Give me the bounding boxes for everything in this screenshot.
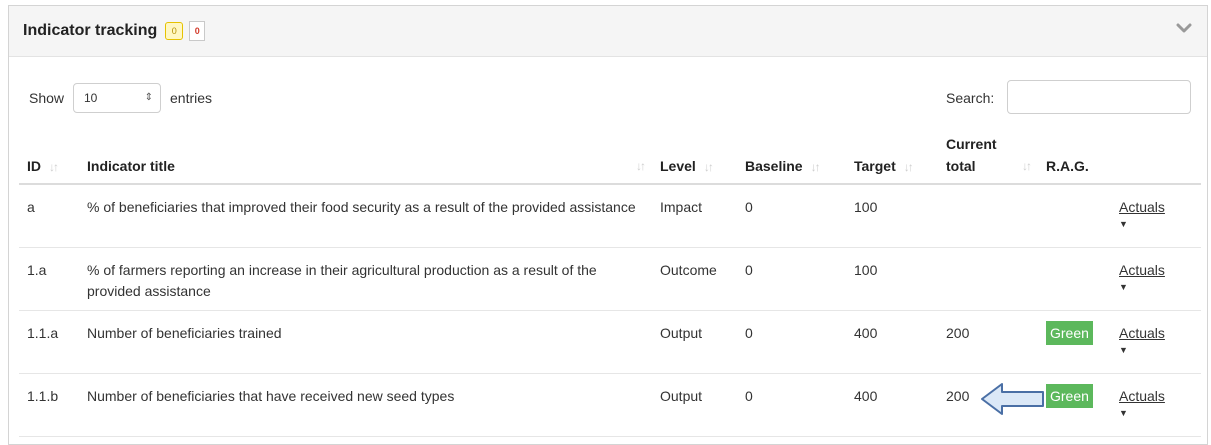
cell-target: 100 <box>846 247 938 311</box>
table-row: 1.1.a Number of beneficiaries trained Ou… <box>19 310 1201 374</box>
cell-target: 400 <box>846 310 938 374</box>
cell-actuals: Actuals ▼ <box>1111 373 1201 437</box>
column-header-actions <box>1111 136 1201 185</box>
actuals-link[interactable]: Actuals <box>1119 199 1165 215</box>
cell-current-total <box>938 184 1038 248</box>
sort-icon: ↓↑ <box>1022 159 1032 173</box>
actuals-link[interactable]: Actuals <box>1119 262 1165 278</box>
header-target-label: Target <box>854 158 896 174</box>
caret-down-icon[interactable]: ▼ <box>1119 407 1193 419</box>
cell-level: Impact <box>652 184 737 248</box>
cell-actuals: Actuals ▼ <box>1111 247 1201 311</box>
header-level-label: Level <box>660 158 696 174</box>
entries-label: entries <box>170 90 213 106</box>
left-arrow-icon <box>981 383 1044 415</box>
sort-icon: ↓↑ <box>703 160 714 174</box>
sort-icon: ↓↑ <box>636 159 646 173</box>
entries-select[interactable]: 10 ⇕ <box>73 83 161 113</box>
cell-id: a <box>19 184 79 248</box>
cell-current-total: 200 <box>938 310 1038 374</box>
table-row: 1.a % of farmers reporting an increase i… <box>19 247 1201 311</box>
header-baseline-label: Baseline <box>745 158 803 174</box>
panel-header: Indicator tracking 0 0 <box>9 6 1207 57</box>
chevron-down-icon[interactable] <box>1175 21 1193 39</box>
cell-current-total <box>938 247 1038 311</box>
caret-down-icon[interactable]: ▼ <box>1119 281 1193 293</box>
cell-id: 1.1.a <box>19 310 79 374</box>
cell-target: 100 <box>846 184 938 248</box>
table-header-row: ID ↓↑ Indicator title ↓↑ Level ↓↑ Baseline ↓… <box>19 136 1201 185</box>
cell-level: Outcome <box>652 247 737 311</box>
rag-status-badge: Green <box>1046 321 1093 345</box>
cell-title: Number of beneficiaries that have receiv… <box>79 373 652 437</box>
column-header-current-total[interactable]: Current total ↓↑ <box>938 136 1038 185</box>
cell-baseline: 0 <box>737 310 846 374</box>
search-label: Search: <box>946 90 995 106</box>
cell-title: % of farmers reporting an increase in th… <box>79 247 652 311</box>
header-total-label: total <box>946 158 976 174</box>
select-arrows-icon: ⇕ <box>144 92 153 103</box>
column-header-rag: R.A.G. <box>1038 136 1111 185</box>
table-row: a % of beneficiaries that improved their… <box>19 184 1201 248</box>
rag-status-badge: Green <box>1046 384 1093 408</box>
document-icon[interactable]: 0 <box>189 21 206 41</box>
cell-actuals: Actuals ▼ <box>1111 184 1201 248</box>
header-rag-label: R.A.G. <box>1046 158 1089 174</box>
sort-icon: ↓↑ <box>810 160 821 174</box>
column-header-target[interactable]: Target ↓↑ <box>846 136 938 185</box>
cell-level: Output <box>652 310 737 374</box>
cell-rag <box>1038 184 1111 248</box>
cell-title: Number of beneficiaries trained <box>79 310 652 374</box>
count-badge[interactable]: 0 <box>165 22 184 40</box>
cell-rag <box>1038 247 1111 311</box>
cell-id: 1.1.b <box>19 373 79 437</box>
indicator-tracking-panel: Indicator tracking 0 0 Show 10 ⇕ entries… <box>8 5 1208 445</box>
caret-down-icon[interactable]: ▼ <box>1119 344 1193 356</box>
show-label: Show <box>29 90 65 106</box>
cell-target: 400 <box>846 373 938 437</box>
search-input[interactable] <box>1007 80 1191 114</box>
cell-title: % of beneficiaries that improved their f… <box>79 184 652 248</box>
column-header-level[interactable]: Level ↓↑ <box>652 136 737 185</box>
sort-icon: ↓↑ <box>903 160 914 174</box>
cell-actuals: Actuals ▼ <box>1111 310 1201 374</box>
cell-level: Output <box>652 373 737 437</box>
column-header-title[interactable]: Indicator title ↓↑ <box>79 136 652 185</box>
header-id-label: ID <box>27 158 41 174</box>
column-header-id[interactable]: ID ↓↑ <box>19 136 79 185</box>
table-toolbar: Show 10 ⇕ entries Search: <box>9 80 1207 116</box>
cell-baseline: 0 <box>737 247 846 311</box>
cell-rag: Green <box>1038 373 1111 437</box>
cell-baseline: 0 <box>737 373 846 437</box>
header-current-label: Current <box>946 136 997 152</box>
column-header-baseline[interactable]: Baseline ↓↑ <box>737 136 846 185</box>
cell-baseline: 0 <box>737 184 846 248</box>
panel-title: Indicator tracking <box>23 22 158 39</box>
entries-select-value: 10 <box>84 91 98 105</box>
cell-id: 1.a <box>19 247 79 311</box>
cell-rag: Green <box>1038 310 1111 374</box>
caret-down-icon[interactable]: ▼ <box>1119 218 1193 230</box>
header-title-label: Indicator title <box>87 158 175 174</box>
actuals-link[interactable]: Actuals <box>1119 388 1165 404</box>
actuals-link[interactable]: Actuals <box>1119 325 1165 341</box>
sort-icon: ↓↑ <box>49 160 59 174</box>
